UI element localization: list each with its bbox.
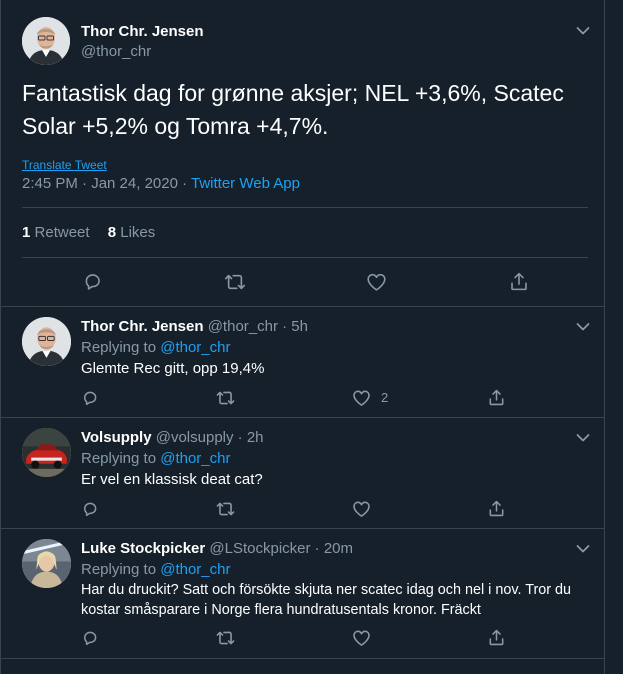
- chevron-down-icon[interactable]: [576, 26, 590, 36]
- author-avatar[interactable]: [22, 17, 70, 65]
- author-handle[interactable]: @thor_chr: [81, 43, 151, 60]
- replying-to: Replying to @thor_chr: [81, 339, 230, 356]
- retweets-count: 1: [22, 224, 31, 241]
- tweet-meta: 2:45 PM · Jan 24, 2020 · Twitter Web App: [22, 175, 300, 192]
- tweet-timestamp[interactable]: 2:45 PM · Jan 24, 2020 ·: [22, 175, 191, 192]
- reply-text: Er vel en klassisk deat cat?: [81, 471, 263, 488]
- lightsaber-portrait-icon: [22, 539, 71, 588]
- chevron-down-icon[interactable]: [576, 544, 590, 554]
- reply-author-name[interactable]: Thor Chr. Jensen: [81, 318, 204, 335]
- reply-text: Har du druckit? Satt och försökte skjuta…: [81, 582, 572, 618]
- like-heart-icon[interactable]: [352, 500, 371, 518]
- car-photo-icon: [22, 428, 71, 477]
- retweets-label: Retweet: [34, 224, 90, 241]
- source-app-link[interactable]: Twitter Web App: [191, 175, 300, 192]
- reply-author-handle[interactable]: @thor_chr: [208, 318, 278, 335]
- translate-tweet-link[interactable]: Translate Tweet: [22, 158, 107, 172]
- divider: [1, 306, 604, 307]
- like-heart-icon[interactable]: [366, 272, 387, 292]
- divider: [1, 658, 604, 659]
- reply-avatar[interactable]: [22, 428, 71, 477]
- reply-time[interactable]: · 2h: [238, 429, 264, 446]
- share-icon[interactable]: [488, 499, 505, 518]
- author-name[interactable]: Thor Chr. Jensen: [81, 23, 204, 40]
- replying-label: Replying to: [81, 561, 157, 578]
- reply-author-handle[interactable]: @volsupply: [156, 429, 234, 446]
- likes-stat[interactable]: 8 Likes: [108, 224, 156, 241]
- reply-icon[interactable]: [81, 500, 99, 518]
- chevron-down-icon[interactable]: [576, 322, 590, 332]
- retweets-stat[interactable]: 1 Retweet: [22, 224, 90, 241]
- replying-label: Replying to: [81, 339, 157, 356]
- tweet-text: Fantastisk dag for grønne aksjer; NEL +3…: [22, 80, 564, 139]
- reply-header: Thor Chr. Jensen @thor_chr · 5h: [81, 318, 308, 335]
- divider: [1, 528, 604, 529]
- divider: [22, 207, 588, 208]
- likes-count: 8: [107, 224, 117, 241]
- chevron-down-icon[interactable]: [576, 433, 590, 443]
- column-border-left: [0, 0, 1, 674]
- reply-icon[interactable]: [82, 271, 103, 292]
- divider: [1, 417, 604, 418]
- reply-time[interactable]: · 5h: [282, 318, 308, 335]
- share-icon[interactable]: [488, 388, 505, 407]
- retweet-icon[interactable]: [224, 272, 246, 292]
- likes-label: Likes: [120, 224, 156, 241]
- reply-header: Luke Stockpicker @LStockpicker · 20m: [81, 540, 353, 557]
- reply-avatar[interactable]: [22, 317, 71, 366]
- reply-icon[interactable]: [81, 629, 99, 647]
- column-border-right: [604, 0, 605, 674]
- replying-to: Replying to @thor_chr: [81, 450, 230, 467]
- replying-label: Replying to: [81, 450, 157, 467]
- reply-time[interactable]: · 20m: [315, 540, 353, 557]
- tweet-stats: 1 Retweet 8 Likes: [22, 224, 169, 241]
- reply-avatar[interactable]: [22, 539, 71, 588]
- retweet-icon[interactable]: [216, 389, 235, 407]
- reply-author-name[interactable]: Volsupply: [81, 429, 152, 446]
- retweet-icon[interactable]: [216, 629, 235, 647]
- share-icon[interactable]: [509, 271, 529, 292]
- replying-to-handle[interactable]: @thor_chr: [160, 450, 230, 467]
- reply-header: Volsupply @volsupply · 2h: [81, 429, 264, 446]
- portrait-icon: [22, 317, 71, 366]
- replying-to: Replying to @thor_chr: [81, 561, 230, 578]
- share-icon[interactable]: [488, 628, 505, 647]
- retweet-icon[interactable]: [216, 500, 235, 518]
- portrait-icon: [22, 17, 70, 65]
- like-count: 2: [381, 390, 389, 405]
- divider: [22, 257, 588, 258]
- like-heart-icon[interactable]: [352, 389, 371, 407]
- like-heart-icon[interactable]: [352, 629, 371, 647]
- replying-to-handle[interactable]: @thor_chr: [160, 339, 230, 356]
- reply-text: Glemte Rec gitt, opp 19,4%: [81, 360, 265, 377]
- replying-to-handle[interactable]: @thor_chr: [160, 561, 230, 578]
- reply-icon[interactable]: [81, 389, 99, 407]
- reply-author-name[interactable]: Luke Stockpicker: [81, 540, 205, 557]
- reply-author-handle[interactable]: @LStockpicker: [209, 540, 310, 557]
